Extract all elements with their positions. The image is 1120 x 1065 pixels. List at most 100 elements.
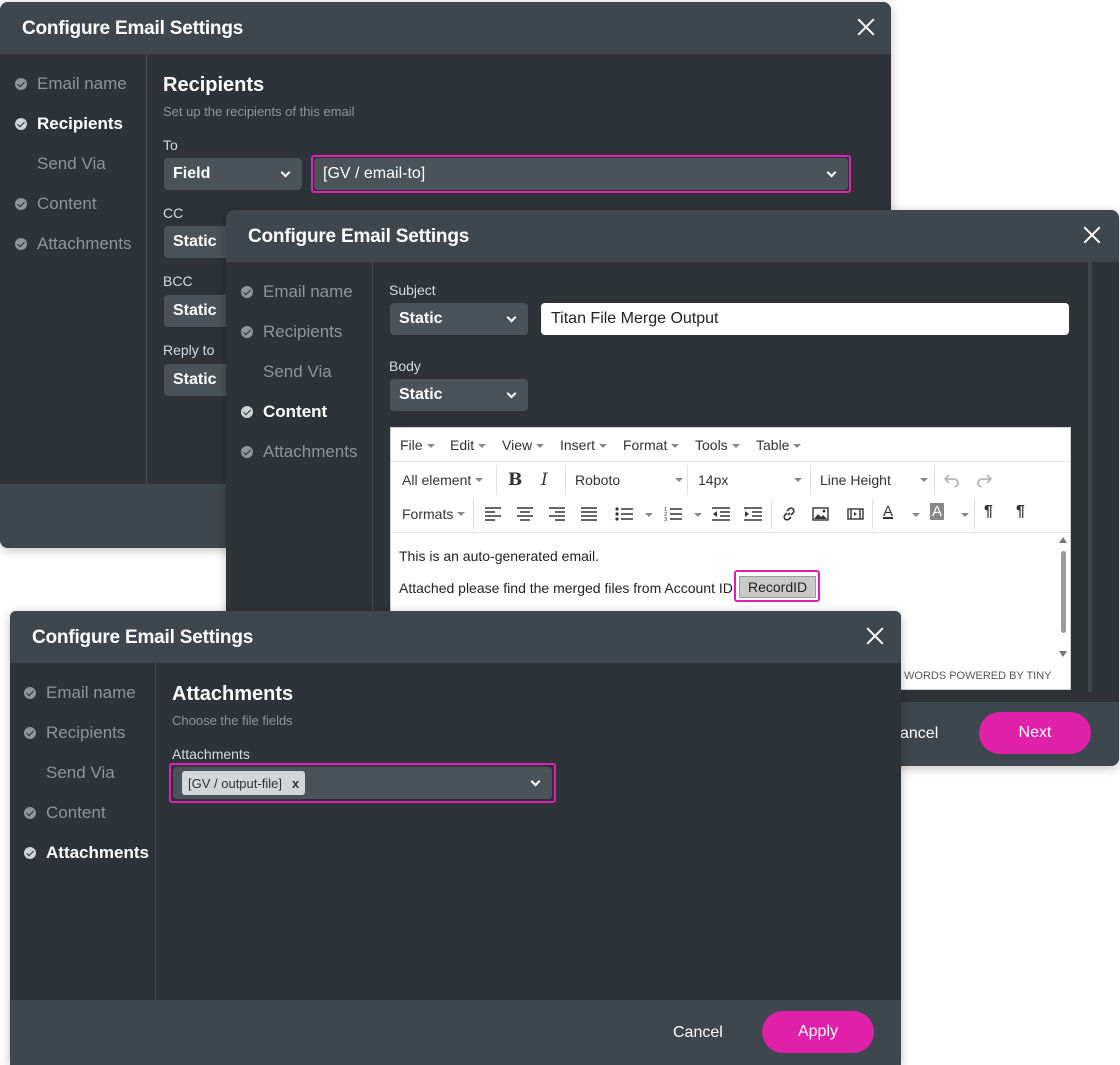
subject-type-select[interactable]: Static (390, 303, 528, 335)
align-center-icon[interactable] (517, 507, 533, 521)
numbered-list-icon[interactable]: 123 (664, 506, 682, 521)
check-icon (24, 727, 36, 739)
cancel-button[interactable]: ancel (900, 725, 938, 743)
chevron-down-icon (506, 388, 517, 398)
step-content[interactable]: Content (37, 194, 97, 214)
redo-icon[interactable] (976, 473, 992, 487)
body-label: Body (389, 358, 421, 374)
check-icon (241, 286, 253, 298)
step-recipients[interactable]: Recipients (263, 322, 342, 342)
menu-tools[interactable]: Tools (695, 437, 740, 453)
block-format-select[interactable]: All element (402, 472, 484, 488)
sidebar-divider (155, 663, 156, 1001)
font-size-select[interactable]: 14px (698, 472, 802, 488)
align-left-icon[interactable] (485, 507, 501, 521)
apply-button[interactable]: Apply (762, 1011, 874, 1053)
check-icon (15, 198, 27, 210)
to-label: To (163, 137, 178, 153)
image-icon[interactable] (812, 507, 829, 521)
section-title: Recipients (163, 74, 265, 96)
text-color-icon[interactable]: A (883, 503, 893, 520)
toolbar-separator (473, 499, 474, 529)
align-right-icon[interactable] (549, 507, 565, 521)
outdent-icon[interactable] (712, 507, 730, 521)
media-icon[interactable] (847, 507, 864, 521)
highlight-box (734, 570, 820, 602)
check-icon (15, 118, 27, 130)
toolbar-separator (771, 499, 772, 529)
close-icon[interactable] (863, 624, 887, 648)
step-email-name[interactable]: Email name (37, 74, 127, 94)
step-send-via[interactable]: Send Via (263, 362, 332, 382)
step-email-name[interactable]: Email name (46, 683, 136, 703)
svg-text:3: 3 (664, 517, 667, 521)
link-icon[interactable] (781, 506, 797, 522)
align-justify-icon[interactable] (581, 507, 597, 521)
menu-view[interactable]: View (502, 437, 545, 453)
step-recipients[interactable]: Recipients (37, 114, 123, 134)
dialog-header: Configure Email Settings (0, 2, 891, 54)
dialog-title: Configure Email Settings (248, 226, 470, 247)
step-content[interactable]: Content (263, 402, 327, 422)
check-icon (241, 326, 253, 338)
section-title: Attachments (172, 683, 294, 705)
attachments-label: Attachments (172, 746, 250, 762)
line-height-select[interactable]: Line Height (820, 472, 928, 488)
check-icon (24, 687, 36, 699)
next-button[interactable]: Next (979, 712, 1091, 754)
font-family-select[interactable]: Roboto (575, 472, 683, 488)
formats-select[interactable]: Formats (402, 506, 466, 522)
body-text-line: Attached please find the merged files fr… (399, 580, 733, 596)
step-attachments[interactable]: Attachments (263, 442, 358, 462)
close-icon[interactable] (1080, 223, 1104, 247)
menu-file[interactable]: File (400, 437, 435, 453)
menu-edit[interactable]: Edit (450, 437, 487, 453)
step-email-name[interactable]: Email name (263, 282, 353, 302)
check-icon (15, 238, 27, 250)
rtl-icon[interactable]: ¶ (1016, 503, 1025, 521)
menu-insert[interactable]: Insert (560, 437, 608, 453)
cancel-button[interactable]: Cancel (673, 1024, 723, 1042)
menu-format[interactable]: Format (623, 437, 680, 453)
dialog-attachments: Configure Email Settings Email name Reci… (10, 611, 901, 1065)
sidebar-divider (146, 54, 147, 484)
dialog-header: Configure Email Settings (10, 611, 901, 663)
italic-icon[interactable]: I (541, 470, 548, 490)
background-color-icon[interactable]: A (930, 503, 945, 520)
body-type-select[interactable]: Static (390, 379, 528, 411)
chevron-down-icon[interactable] (912, 513, 920, 517)
scrollbar[interactable] (1088, 262, 1092, 692)
indent-icon[interactable] (744, 507, 762, 521)
chevron-down-icon[interactable] (645, 513, 653, 517)
step-send-via[interactable]: Send Via (46, 763, 115, 783)
step-recipients[interactable]: Recipients (46, 723, 125, 743)
ltr-icon[interactable]: ¶ (984, 503, 993, 521)
step-content[interactable]: Content (46, 803, 106, 823)
bcc-label: BCC (163, 273, 193, 289)
step-send-via[interactable]: Send Via (37, 154, 106, 174)
menu-table[interactable]: Table (756, 437, 802, 453)
step-attachments[interactable]: Attachments (46, 843, 149, 863)
check-icon (24, 847, 36, 859)
highlight-box (311, 155, 851, 193)
check-icon (15, 78, 27, 90)
subject-label: Subject (389, 282, 436, 298)
bullet-list-icon[interactable] (615, 507, 633, 521)
dialog-header: Configure Email Settings (226, 210, 1119, 262)
check-icon (241, 406, 253, 418)
toolbar-separator (934, 465, 935, 495)
subject-input[interactable]: Titan File Merge Output (541, 303, 1069, 335)
chevron-down-icon[interactable] (961, 513, 969, 517)
highlight-box (169, 763, 556, 803)
body-text-line: This is an auto-generated email. (399, 548, 599, 564)
chevron-down-icon (280, 167, 291, 177)
editor-scrollbar[interactable] (1058, 537, 1068, 659)
close-icon[interactable] (854, 15, 878, 39)
editor-toolbar-row-2: Formats 123 A A ¶ ¶ (391, 497, 1070, 531)
chevron-down-icon[interactable] (694, 513, 702, 517)
check-icon (24, 807, 36, 819)
to-type-select[interactable]: Field (164, 158, 302, 190)
undo-icon[interactable] (944, 473, 960, 487)
step-attachments[interactable]: Attachments (37, 234, 132, 254)
bold-icon[interactable]: B (508, 470, 522, 490)
